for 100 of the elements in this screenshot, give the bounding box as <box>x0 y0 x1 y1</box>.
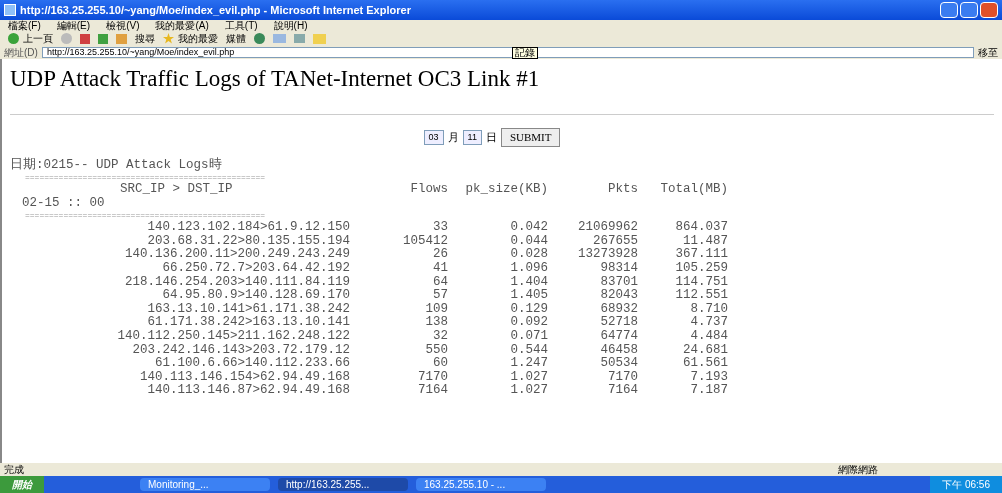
table-cell-text: 203.242.146.143>203.72.179.12 <box>131 343 350 357</box>
table-cell-text: 112.551 <box>674 289 728 303</box>
table-cell-text: 7.193 <box>689 370 728 384</box>
table-cell-text: 0.129 <box>509 302 548 316</box>
close-button[interactable] <box>980 2 998 18</box>
table-cell-text: 1.096 <box>509 262 548 276</box>
table-cell-text: 11.487 <box>682 234 728 248</box>
table-cell-text: 13273928 <box>577 248 638 262</box>
table-cell-text: 0.071 <box>509 330 548 344</box>
taskbar-button[interactable]: http://163.25.255... <box>278 478 408 491</box>
table-cell-text: 1.404 <box>509 275 548 289</box>
column-header: Total(MB) <box>659 183 728 197</box>
table-cell-text: 138 <box>424 316 448 330</box>
table-cell-text: 82043 <box>599 289 638 303</box>
table-cell-text: 61.561 <box>682 357 728 371</box>
menu-item[interactable]: 檢視(V) <box>106 20 140 31</box>
menu-item[interactable]: 編輯(E) <box>56 20 91 31</box>
table-cell-text: 32 <box>432 330 448 344</box>
table-cell-text: 0.092 <box>509 316 548 330</box>
minimize-button[interactable] <box>940 2 958 18</box>
table-cell-text: 864.037 <box>674 221 728 235</box>
date-line: 日期:0215-- UDP Attack Logs時 <box>10 158 223 173</box>
table-cell-text: 218.146.254.203>140.111.84.119 <box>123 275 350 289</box>
menu-item[interactable]: 我的最愛(A) <box>155 20 209 31</box>
back-button[interactable]: 上一頁 <box>8 31 53 46</box>
table-cell-text: 46458 <box>599 343 638 357</box>
table-cell-text: 21069962 <box>577 221 638 235</box>
media-button[interactable]: 媒體 <box>226 31 246 46</box>
table-cell-text: 7170 <box>417 370 448 384</box>
day-label: 日 <box>485 130 497 145</box>
table-cell-text: 83701 <box>599 275 638 289</box>
day-select[interactable]: 11 <box>462 129 482 145</box>
table-cell-text: 203.68.31.22>80.135.155.194 <box>146 234 350 248</box>
table-cell-text: 1.247 <box>509 357 548 371</box>
window-title: http://163.25.255.10/~yang/Moe/index_evil.php - Microsoft Internet Explorer <box>20 2 411 18</box>
start-button[interactable]: 開始 <box>0 476 44 493</box>
table-cell-text: 163.13.10.141>61.171.38.242 <box>146 302 350 316</box>
table-cell-text: 60 <box>432 357 448 371</box>
table-cell-text: 66.250.72.7>203.64.42.192 <box>161 262 350 276</box>
table-cell-text: 0.028 <box>509 248 548 262</box>
submit-button[interactable]: SUBMIT <box>500 128 561 147</box>
table-cell-text: 26 <box>432 248 448 262</box>
table-cell-text: 367.111 <box>674 248 728 262</box>
table-cell-text: 140.136.200.11>200.249.243.249 <box>123 248 350 262</box>
table-cell-text: 0.544 <box>509 343 548 357</box>
taskbar-button[interactable]: 163.25.255.10 - ... <box>416 478 546 491</box>
tooltip: 記錄 <box>512 47 538 59</box>
table-cell-text: 4.737 <box>689 316 728 330</box>
table-cell-text: 109 <box>424 302 448 316</box>
table-cell-text: 140.113.146.154>62.94.49.168 <box>138 370 350 384</box>
table-cell-text: 105412 <box>402 234 448 248</box>
table-cell-text: 550 <box>424 343 448 357</box>
table-cell-text: 8.710 <box>689 302 728 316</box>
table-cell-text: 0.044 <box>509 234 548 248</box>
search-button[interactable]: 搜尋 <box>135 31 155 46</box>
table-cell-text: 68932 <box>599 302 638 316</box>
table-cell-text: 33 <box>432 221 448 235</box>
zone-text: 網際網路 <box>838 464 878 475</box>
separator-line: ================================================== <box>25 210 267 221</box>
table-cell-text: 105.259 <box>674 262 728 276</box>
star-icon <box>163 33 174 44</box>
table-cell-text: 7164 <box>607 384 638 398</box>
table-cell-text: 140.113.146.87>62.94.49.168 <box>146 384 350 398</box>
table-cell-text: 1.027 <box>509 384 548 398</box>
table-cell-text: 267655 <box>592 234 638 248</box>
table-cell-text: 41 <box>432 262 448 276</box>
column-header: SRC_IP > DST_IP <box>119 183 234 197</box>
month-select[interactable]: 03 <box>423 129 444 145</box>
table-cell-text: 61.171.38.242>163.13.10.141 <box>146 316 350 330</box>
table-cell-text: 7170 <box>607 370 638 384</box>
table-cell-text: 1.027 <box>509 370 548 384</box>
page-heading: UDP Attack Traffic Logs of TANet-Internet OC3 Link #1 <box>10 67 541 90</box>
table-cell-text: 4.484 <box>689 330 728 344</box>
table-cell-text: 24.681 <box>682 343 728 357</box>
menu-item[interactable]: 檔案(F) <box>8 20 41 31</box>
table-cell-text: 52718 <box>599 316 638 330</box>
column-header: Pkts <box>607 183 638 197</box>
table-cell-text: 64 <box>432 275 448 289</box>
menu-item[interactable]: 工具(T) <box>224 20 258 31</box>
address-label: 網址(D) <box>4 47 38 58</box>
table-cell-text: 64774 <box>599 330 638 344</box>
table-cell-text: 61.100.6.66>140.112.233.66 <box>153 357 350 371</box>
table-cell-text: 114.751 <box>674 275 728 289</box>
table-cell-text: 140.112.250.145>211.162.248.122 <box>116 330 350 344</box>
menu-item[interactable]: 說明(H) <box>273 20 308 31</box>
column-header: Flows <box>409 183 448 197</box>
table-cell-text: 7164 <box>417 384 448 398</box>
table-cell-text: 50534 <box>599 357 638 371</box>
table-cell-text: 140.123.102.184>61.9.12.150 <box>146 221 350 235</box>
go-button[interactable]: 移至 <box>978 47 998 58</box>
table-cell-text: 1.405 <box>509 289 548 303</box>
table-cell-text: 98314 <box>599 262 638 276</box>
column-header: pk_size(KB) <box>464 183 548 197</box>
time-label: 02-15 :: 00 <box>22 196 106 211</box>
favorites-button[interactable]: 我的最愛 <box>163 31 218 46</box>
table-cell-text: 0.042 <box>509 221 548 235</box>
restore-button[interactable] <box>960 2 978 18</box>
taskbar-button[interactable]: Monitoring_... <box>140 478 270 491</box>
clock: 下午 06:56 <box>930 476 1002 493</box>
status-text: 完成 <box>4 464 24 475</box>
